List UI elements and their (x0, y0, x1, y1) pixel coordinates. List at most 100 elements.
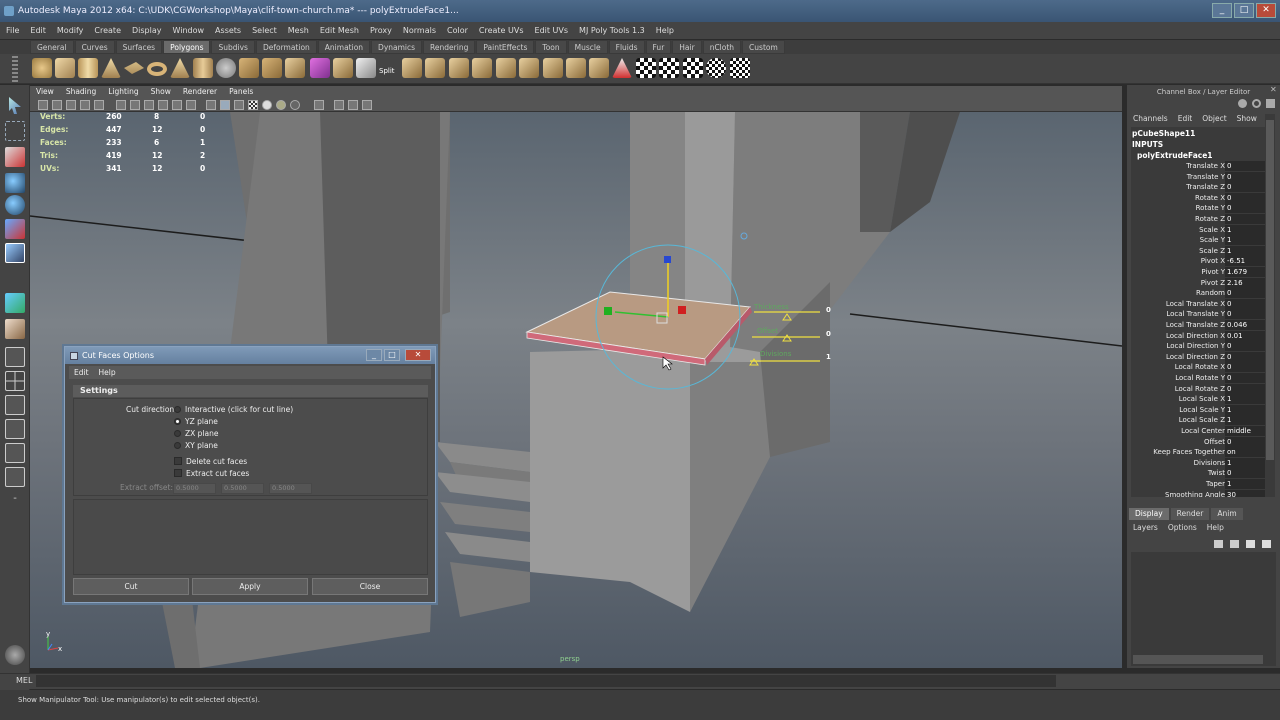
input-node-name[interactable]: polyExtrudeFace1 (1137, 151, 1213, 160)
channel-attr-row[interactable]: Random 0 (1131, 288, 1265, 299)
channel-attr-value[interactable]: 1 (1227, 394, 1231, 405)
cb-menu-edit[interactable]: Edit (1178, 113, 1193, 125)
channel-attr-value[interactable]: 0 (1227, 468, 1231, 479)
channel-attr-row[interactable]: Translate Y0 (1131, 171, 1265, 183)
channel-attr-value[interactable]: 0 (1227, 161, 1231, 172)
menu-edit-uvs[interactable]: Edit UVs (535, 26, 569, 35)
textured-icon[interactable] (248, 100, 258, 110)
boolean-icon[interactable] (310, 58, 330, 78)
radio-interactive[interactable] (174, 406, 181, 413)
extract-offset-y-field[interactable]: 0.5000 (221, 483, 264, 494)
film-gate-icon[interactable] (116, 100, 126, 110)
layout-toggle-icon[interactable] (1266, 99, 1275, 108)
use-all-lights-icon[interactable] (262, 100, 272, 110)
wireframe-on-shaded-icon[interactable] (234, 100, 244, 110)
apply-button[interactable]: Apply (192, 578, 308, 595)
option-yz-plane-label[interactable]: YZ plane (185, 417, 218, 426)
cylindrical-mapping-icon[interactable] (659, 58, 679, 78)
shelf-tab-fur[interactable]: Fur (645, 40, 672, 54)
help-icon[interactable] (1238, 99, 1247, 108)
hypershade-layout-icon[interactable] (5, 443, 25, 463)
xray-icon[interactable] (334, 100, 344, 110)
channel-attr-row[interactable]: Local Scale Z1 (1131, 415, 1265, 426)
channel-box-scrollbar[interactable] (1265, 114, 1275, 497)
channel-attr-value[interactable]: 0.01 (1227, 331, 1243, 342)
channel-attr-row[interactable]: Local Translate Y0 (1131, 309, 1265, 320)
extrude-icon[interactable] (333, 58, 353, 78)
menu-normals[interactable]: Normals (403, 26, 436, 35)
channel-attr-row[interactable]: Local Rotate X0 (1131, 362, 1265, 373)
channel-attr-value[interactable]: 1.679 (1227, 267, 1247, 278)
channel-attr-row[interactable]: Rotate X0 (1131, 192, 1265, 204)
shape-node-name[interactable]: pCubeShape11 (1132, 129, 1195, 138)
shelf-tab-rendering[interactable]: Rendering (423, 40, 476, 54)
poly-cone-icon[interactable] (101, 58, 121, 78)
cb-menu-object[interactable]: Object (1202, 113, 1226, 125)
channel-attr-value[interactable]: 0 (1227, 172, 1231, 183)
menu-modify[interactable]: Modify (57, 26, 84, 35)
channel-attr-row[interactable]: Pivot Z 2.16 (1131, 277, 1265, 289)
shelf-tab-subdivs[interactable]: Subdivs (211, 40, 255, 54)
poly-plane-icon[interactable] (124, 62, 144, 74)
four-view-layout-icon[interactable] (5, 371, 25, 391)
layer-tab-display[interactable]: Display (1129, 508, 1169, 520)
channel-attr-value[interactable]: 0 (1227, 341, 1231, 352)
wireframe-icon[interactable] (206, 100, 216, 110)
xray-joints-icon[interactable] (348, 100, 358, 110)
channel-attr-value[interactable]: 1 (1227, 458, 1231, 469)
close-panel-icon[interactable]: ✕ (1270, 86, 1278, 94)
universal-manipulator-icon[interactable] (5, 243, 25, 263)
menu-select[interactable]: Select (252, 26, 277, 35)
move-layer-up-icon[interactable] (1214, 540, 1223, 548)
channel-attr-value[interactable]: 0 (1227, 288, 1231, 299)
shelf-tab-ncloth[interactable]: nCloth (702, 40, 742, 54)
maximize-button[interactable]: □ (1234, 3, 1254, 18)
channel-attr-row[interactable]: Local Direction Z0 (1131, 351, 1265, 363)
layer-horizontal-scrollbar[interactable] (1133, 655, 1263, 664)
delete-cut-faces-label[interactable]: Delete cut faces (186, 457, 247, 466)
shelf-tab-dynamics[interactable]: Dynamics (371, 40, 423, 54)
channel-attr-value[interactable]: 0 (1227, 182, 1231, 193)
cb-menu-show[interactable]: Show (1237, 113, 1257, 125)
extract-offset-z-field[interactable]: 0.5000 (269, 483, 312, 494)
cut-button[interactable]: Cut (73, 578, 189, 595)
extract-offset-x-field[interactable]: 0.5000 (173, 483, 216, 494)
channel-attr-row[interactable]: Local Rotate Y0 (1131, 373, 1265, 384)
channel-attr-value[interactable]: 0 (1227, 193, 1231, 204)
delete-cut-faces-checkbox[interactable] (174, 457, 182, 465)
panel-menu-shading[interactable]: Shading (66, 86, 96, 98)
field-chart-icon[interactable] (158, 100, 168, 110)
channel-attr-value[interactable]: 0 (1227, 203, 1231, 214)
channel-attr-row[interactable]: Scale Y1 (1131, 235, 1265, 246)
uv-texture-editor-icon[interactable] (730, 58, 750, 78)
script-editor-icon[interactable] (5, 645, 25, 665)
isolate-select-icon[interactable] (314, 100, 324, 110)
menu-color[interactable]: Color (447, 26, 468, 35)
extract-cut-faces-checkbox[interactable] (174, 469, 182, 477)
toolbox-more-icon[interactable]: - (5, 494, 25, 504)
channel-attr-row[interactable]: Local Center middle (1131, 426, 1265, 437)
panel-menu-show[interactable]: Show (151, 86, 171, 98)
channel-attr-row[interactable]: Local Rotate Z0 (1131, 383, 1265, 395)
channel-attr-value[interactable]: 0 (1227, 352, 1231, 363)
channel-attr-value[interactable]: middle (1227, 426, 1251, 437)
channel-attr-value[interactable]: 1 (1227, 405, 1231, 416)
shelf-tab-deformation[interactable]: Deformation (255, 40, 317, 54)
append-polygon-icon[interactable] (402, 58, 422, 78)
channel-attr-value[interactable]: 0 (1227, 214, 1231, 225)
minimize-button[interactable]: _ (1212, 3, 1232, 18)
channel-attr-row[interactable]: Local Direction Y0 (1131, 341, 1265, 352)
radio-xy-plane[interactable] (174, 442, 181, 449)
channel-attr-value[interactable]: 0 (1227, 437, 1231, 448)
close-button[interactable]: Close (312, 578, 428, 595)
channel-attr-value[interactable]: 0 (1227, 373, 1231, 384)
collapse-icon[interactable] (519, 58, 539, 78)
menu-help[interactable]: Help (656, 26, 674, 35)
panel-menu-lighting[interactable]: Lighting (108, 86, 138, 98)
combine-icon[interactable] (239, 58, 259, 78)
cb-menu-channels[interactable]: Channels (1133, 113, 1168, 125)
channel-attr-row[interactable]: Local Scale X1 (1131, 394, 1265, 405)
channel-attr-row[interactable]: Local Translate Z 0.046 (1131, 320, 1265, 331)
shelf-tab-animation[interactable]: Animation (317, 40, 371, 54)
channel-attr-row[interactable]: Local Translate X0 (1131, 298, 1265, 310)
